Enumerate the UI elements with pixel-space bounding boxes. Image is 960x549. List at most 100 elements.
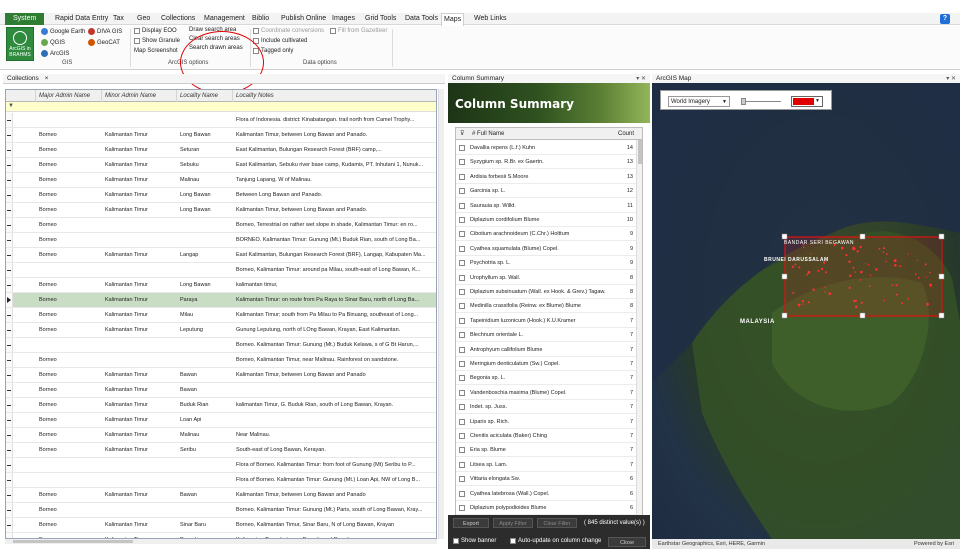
checkbox-icon[interactable] [459, 231, 465, 238]
list-item[interactable]: Medinilla crassifolia (Reinw. ex Blume) … [456, 299, 637, 314]
row-selector[interactable] [6, 263, 13, 277]
checkbox-icon[interactable] [459, 418, 465, 425]
checkbox-icon[interactable] [459, 260, 465, 267]
auto-update-checkbox[interactable]: Auto-update on column change [510, 538, 601, 544]
list-item[interactable]: Litsea sp. Lam. 7 [456, 458, 637, 472]
list-item[interactable]: Vandenboschia maxima (Blume) Copel. 7 [456, 386, 637, 400]
list-item[interactable]: Diplazium subsinuatum (Wall. ex Hook. & … [456, 285, 637, 299]
basemap-select[interactable]: World Imagery ▼ [668, 96, 730, 107]
table-row[interactable]: Borneo Kalimantan Timur Buduk Rian kalimant… [6, 398, 436, 413]
row-selector[interactable] [6, 368, 13, 382]
list-item[interactable]: Vittaria elongata Sw. 6 [456, 472, 637, 487]
list-item[interactable]: Cyathea latebrosa (Wall.) Copel. 6 [456, 487, 637, 501]
checkbox-icon[interactable] [459, 505, 465, 511]
row-selector[interactable] [6, 128, 13, 142]
show-granule-checkbox[interactable]: Show Granule [134, 38, 180, 44]
column-header-locality-notes[interactable]: Locality Notes [233, 90, 436, 102]
checkbox-icon[interactable] [459, 159, 465, 166]
funnel-icon[interactable]: ⊽ [460, 128, 464, 140]
row-selector[interactable] [6, 488, 13, 502]
table-row[interactable]: Borneo Borneo. Kalimantan Timur: Gunung (… [6, 503, 436, 518]
checkbox-icon[interactable] [459, 173, 465, 180]
checkbox-icon[interactable] [459, 433, 465, 439]
show-banner-checkbox[interactable]: Show banner [453, 538, 496, 544]
export-button[interactable]: Export [453, 518, 489, 528]
table-row[interactable]: Borneo Borneo, Terrestrial on rather wet … [6, 218, 436, 233]
list-item[interactable]: Liparis sp. Rich. 7 [456, 415, 637, 429]
apply-filter-button[interactable]: Apply Filter [493, 518, 533, 528]
list-item[interactable]: Tapeinidium luzonicum (Hook.) K.U.Kramer… [456, 314, 637, 328]
list-item[interactable]: Davallia repens (L.f.) Kuhn 14 [456, 141, 637, 155]
fill-from-gazetteer-checkbox[interactable]: Fill from Gazetteer [330, 28, 387, 34]
menu-publish-online[interactable]: Publish Online [279, 14, 328, 24]
slider-knob[interactable] [741, 98, 746, 105]
row-selector[interactable] [6, 203, 13, 217]
column-header-major-admin[interactable]: Major Admin Name [36, 90, 102, 102]
menu-rapid-data-entry[interactable]: Rapid Data Entry [53, 14, 110, 24]
arcgis-button[interactable]: ArcGIS [41, 50, 69, 57]
menu-tax[interactable]: Tax [111, 14, 126, 24]
row-selector[interactable] [6, 173, 13, 187]
row-selector[interactable] [6, 338, 13, 352]
table-row[interactable]: Borneo Kalimantan Timur Milau Kalimantan Ti… [6, 308, 436, 323]
list-item[interactable]: Urophyllum sp. Wall. 8 [456, 271, 637, 285]
checkbox-icon[interactable] [459, 461, 465, 468]
checkbox-icon[interactable] [459, 303, 465, 310]
row-selector[interactable] [6, 158, 13, 172]
collections-tab-title[interactable]: Collections [7, 75, 39, 82]
table-row[interactable]: Borneo Kalimantan Timur Long Bawan Kalimant… [6, 203, 436, 218]
menu-system[interactable]: System [5, 13, 45, 25]
menu-web-links[interactable]: Web Links [472, 14, 509, 24]
list-item[interactable]: Indet. sp. Juss. 7 [456, 400, 637, 415]
close-icon[interactable]: × [45, 75, 49, 82]
table-row[interactable]: Borneo Kalimantan Timur Leputung Gunung Lep… [6, 323, 436, 338]
checkbox-icon[interactable] [459, 346, 465, 353]
column-header-minor-admin[interactable]: Minor Admin Name [102, 90, 177, 102]
coordinate-conversions-checkbox[interactable]: Coordinate conversions [253, 28, 324, 34]
table-row[interactable]: Borneo Kalimantan Timur Seribu South-east o… [6, 443, 436, 458]
row-selector[interactable] [6, 428, 13, 442]
checkbox-icon[interactable] [459, 289, 465, 295]
table-row[interactable]: Borneo Borneo, Kalimantan Timur, near Mal… [6, 353, 436, 368]
row-selector[interactable] [6, 218, 13, 232]
list-item[interactable]: Syzygium sp. R.Br. ex Gaertn. 13 [456, 155, 637, 170]
row-selector[interactable] [6, 383, 13, 397]
menu-data-tools[interactable]: Data Tools [403, 14, 440, 24]
row-selector[interactable] [6, 248, 13, 262]
row-selector[interactable] [6, 293, 13, 307]
checkbox-icon[interactable] [459, 188, 465, 195]
filter-icon[interactable]: ▼ [8, 103, 14, 109]
table-row[interactable]: Borneo BORNEO. Kalimantan Timur: Gunung (… [6, 233, 436, 248]
geocat-button[interactable]: GeoCAT [88, 39, 120, 46]
row-selector[interactable] [6, 113, 13, 127]
row-selector[interactable] [6, 233, 13, 247]
table-row[interactable]: Borneo Kalimantan Timur Sebuku East Kaliman… [6, 158, 436, 173]
checkbox-icon[interactable] [459, 332, 465, 339]
include-cultivated-checkbox[interactable]: Include cultivated [253, 38, 307, 44]
menu-images[interactable]: Images [330, 14, 357, 24]
draw-color-picker[interactable]: ▼ [791, 96, 823, 107]
scrollbar-thumb[interactable] [13, 540, 133, 543]
table-row[interactable]: Flora of Borneo. Kalimantan Timur: from … [6, 458, 436, 473]
checkbox-icon[interactable] [459, 476, 465, 483]
map-screenshot-button[interactable]: Map Screenshot [134, 48, 178, 54]
close-button[interactable]: Close [608, 537, 646, 547]
grid-horizontal-scrollbar[interactable] [5, 539, 437, 544]
row-selector[interactable] [6, 443, 13, 457]
checkbox-icon[interactable] [459, 490, 465, 497]
row-selector[interactable] [6, 323, 13, 337]
grid-vertical-scrollbar[interactable] [438, 89, 444, 539]
menu-maps[interactable]: Maps [441, 13, 465, 26]
clear-filter-button[interactable]: Clear Filter [537, 518, 577, 528]
list-item[interactable]: Eria sp. Blume 7 [456, 443, 637, 458]
count-header[interactable]: Count [618, 128, 634, 140]
row-selector[interactable] [6, 278, 13, 292]
table-row[interactable]: Borneo Kalimantan Timur Seturan East Kalima… [6, 143, 436, 158]
arcgis-in-brahms-button[interactable]: ArcGIS in BRAHMS [6, 27, 34, 61]
row-selector[interactable] [6, 398, 13, 412]
powered-by-esri[interactable]: Powered by Esri [914, 539, 954, 549]
row-selector[interactable] [6, 353, 13, 367]
list-item[interactable]: Cyathea squamulata (Blume) Copel. 9 [456, 242, 637, 256]
checkbox-icon[interactable] [459, 375, 465, 382]
list-item[interactable]: Saurauia sp. Willd. 11 [456, 199, 637, 213]
